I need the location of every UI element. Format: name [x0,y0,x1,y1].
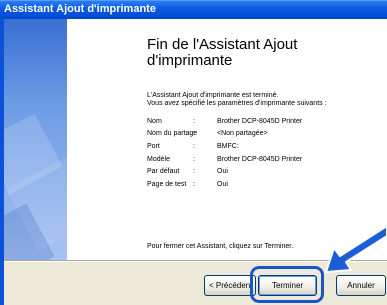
page-title-line: d'imprimante [147,52,233,69]
setting-separator: : [193,118,195,125]
finish-instruction: Pour fermer cet Assistant, cliquez sur T… [147,243,294,250]
page-title: Fin de l'Assistant Ajout d'imprimante [147,37,382,69]
title-bar[interactable]: Assistant Ajout d'imprimante [0,0,387,19]
wizard-sidebar [4,19,67,260]
setting-separator: : [193,181,195,188]
setting-label: Page de test [147,181,187,188]
setting-label: Nom du partage [147,130,198,137]
setting-separator: : [193,143,195,150]
back-button[interactable]: < Précédent [204,275,256,296]
setting-value: Brother DCP-8045D Printer [217,118,303,125]
setting-label: Nom [147,118,162,125]
setting-value: <Non partagée> [217,130,268,137]
setting-value: Brother DCP-8045D Printer [217,156,303,163]
setting-label: Par défaut [147,168,180,175]
setting-value: Oui [217,168,228,175]
setting-separator: : [193,156,195,163]
setting-label: Port [147,143,160,150]
setting-value: BMFC: [217,143,239,150]
intro-text: Vous avez spécifié les paramètres d'impr… [147,100,327,107]
setting-label: Modèle [147,156,170,163]
pointing-arrow-icon [325,225,387,273]
setting-value: Oui [217,181,228,188]
setting-separator: : [193,168,195,175]
page-title-line: Fin de l'Assistant Ajout [147,36,298,53]
setting-separator: : [193,130,195,137]
wizard-window: Assistant Ajout d'imprimante Fin de l'As… [0,0,387,305]
window-title: Assistant Ajout d'imprimante [4,3,156,15]
